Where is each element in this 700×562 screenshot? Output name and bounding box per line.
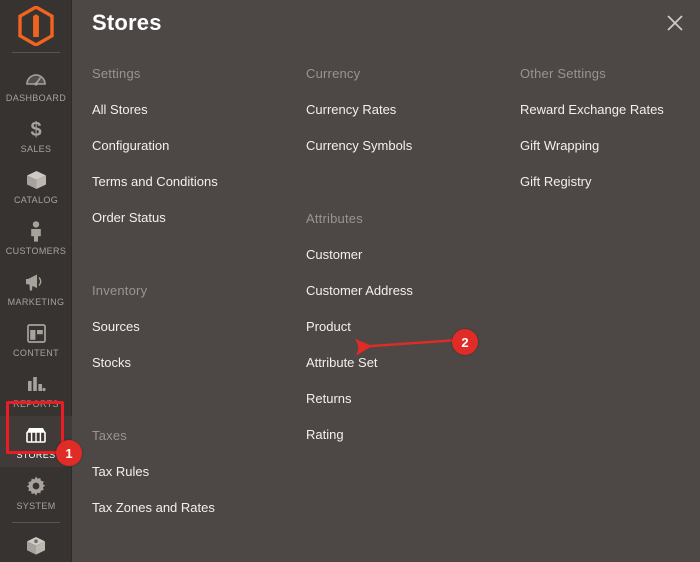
group-title-inventory: Inventory bbox=[92, 283, 148, 298]
sidebar-item-label: CUSTOMERS bbox=[5, 246, 67, 256]
box-icon bbox=[24, 168, 48, 192]
close-button[interactable] bbox=[660, 8, 690, 38]
dollar-sign-icon: $ bbox=[24, 117, 48, 141]
dashboard-gauge-icon bbox=[24, 66, 48, 90]
admin-sidebar: DASHBOARD $ SALES CATALOG CUSTOMERS MARK… bbox=[0, 0, 72, 562]
gear-icon bbox=[24, 474, 48, 498]
svg-text:$: $ bbox=[30, 119, 41, 140]
sidebar-item-dashboard[interactable]: DASHBOARD bbox=[0, 59, 72, 110]
annotation-badge-1: 1 bbox=[56, 440, 82, 466]
menu-item-currency-symbols[interactable]: Currency Symbols bbox=[306, 138, 412, 153]
sidebar-item-label: MARKETING bbox=[7, 297, 65, 307]
sidebar-item-label: REPORTS bbox=[13, 399, 59, 409]
menu-item-tax-rules[interactable]: Tax Rules bbox=[92, 464, 149, 479]
group-title-settings: Settings bbox=[92, 66, 141, 81]
menu-group-settings: Settings All Stores Configuration Terms … bbox=[92, 66, 286, 245]
sidebar-item-content[interactable]: CONTENT bbox=[0, 314, 72, 365]
menu-columns: Settings All Stores Configuration Terms … bbox=[72, 66, 700, 535]
sidebar-item-find-partners-extensions[interactable]: FIND PARTNERS & EXTENSIONS bbox=[0, 527, 72, 562]
menu-group-inventory: Inventory Sources Stocks bbox=[92, 283, 286, 390]
layout-page-icon bbox=[24, 321, 48, 345]
magento-admin-stores-menu: DASHBOARD $ SALES CATALOG CUSTOMERS MARK… bbox=[0, 0, 700, 562]
menu-column-3: Other Settings Reward Exchange Rates Gif… bbox=[500, 66, 700, 535]
sidebar-divider-bottom bbox=[11, 522, 60, 523]
menu-item-customer[interactable]: Customer bbox=[306, 247, 362, 262]
sidebar-item-label: SALES bbox=[20, 144, 52, 154]
annotation-badge-2: 2 bbox=[452, 329, 478, 355]
menu-item-product[interactable]: Product bbox=[306, 319, 351, 334]
group-title-attributes: Attributes bbox=[306, 211, 363, 226]
magento-logo[interactable] bbox=[0, 0, 71, 52]
menu-item-currency-rates[interactable]: Currency Rates bbox=[306, 102, 396, 117]
sidebar-item-label: CATALOG bbox=[13, 195, 59, 205]
group-title-other-settings: Other Settings bbox=[520, 66, 606, 81]
group-title-currency: Currency bbox=[306, 66, 361, 81]
sidebar-item-customers[interactable]: CUSTOMERS bbox=[0, 212, 72, 263]
bar-chart-icon bbox=[24, 372, 48, 396]
menu-item-customer-address[interactable]: Customer Address bbox=[306, 283, 413, 298]
sidebar-item-system[interactable]: SYSTEM bbox=[0, 467, 72, 518]
page-title: Stores bbox=[92, 10, 162, 35]
person-icon bbox=[24, 219, 48, 243]
menu-item-sources[interactable]: Sources bbox=[92, 319, 140, 334]
sidebar-item-label: SYSTEM bbox=[16, 501, 56, 511]
storefront-icon bbox=[24, 423, 48, 447]
menu-item-terms-and-conditions[interactable]: Terms and Conditions bbox=[92, 174, 218, 189]
stores-menu-panel: Stores Settings All Stores Configuration… bbox=[72, 0, 700, 562]
menu-item-tax-zones-and-rates[interactable]: Tax Zones and Rates bbox=[92, 500, 215, 515]
menu-item-stocks[interactable]: Stocks bbox=[92, 355, 131, 370]
extension-cube-icon bbox=[24, 534, 48, 558]
menu-item-order-status[interactable]: Order Status bbox=[92, 210, 166, 225]
menu-group-currency: Currency Currency Rates Currency Symbols bbox=[306, 66, 500, 173]
menu-item-all-stores[interactable]: All Stores bbox=[92, 102, 148, 117]
megaphone-icon bbox=[24, 270, 48, 294]
sidebar-item-label: STORES bbox=[16, 450, 56, 460]
menu-column-1: Settings All Stores Configuration Terms … bbox=[72, 66, 286, 535]
menu-item-reward-exchange-rates[interactable]: Reward Exchange Rates bbox=[520, 102, 664, 117]
menu-item-rating[interactable]: Rating bbox=[306, 427, 344, 442]
sidebar-item-label: CONTENT bbox=[13, 348, 59, 358]
sidebar-item-sales[interactable]: $ SALES bbox=[0, 110, 72, 161]
sidebar-item-catalog[interactable]: CATALOG bbox=[0, 161, 72, 212]
menu-item-configuration[interactable]: Configuration bbox=[92, 138, 169, 153]
menu-column-2: Currency Currency Rates Currency Symbols… bbox=[286, 66, 500, 535]
menu-item-attribute-set[interactable]: Attribute Set bbox=[306, 355, 378, 370]
menu-item-gift-registry[interactable]: Gift Registry bbox=[520, 174, 592, 189]
sidebar-item-marketing[interactable]: MARKETING bbox=[0, 263, 72, 314]
menu-group-other-settings: Other Settings Reward Exchange Rates Gif… bbox=[520, 66, 700, 209]
menu-item-gift-wrapping[interactable]: Gift Wrapping bbox=[520, 138, 599, 153]
close-icon bbox=[667, 15, 683, 31]
sidebar-item-label: DASHBOARD bbox=[5, 93, 67, 103]
sidebar-item-reports[interactable]: REPORTS bbox=[0, 365, 72, 416]
menu-item-returns[interactable]: Returns bbox=[306, 391, 352, 406]
group-title-taxes: Taxes bbox=[92, 428, 127, 443]
menu-group-taxes: Taxes Tax Rules Tax Zones and Rates bbox=[92, 428, 286, 535]
magento-logo-icon bbox=[17, 6, 54, 46]
sidebar-divider-top bbox=[11, 52, 60, 53]
